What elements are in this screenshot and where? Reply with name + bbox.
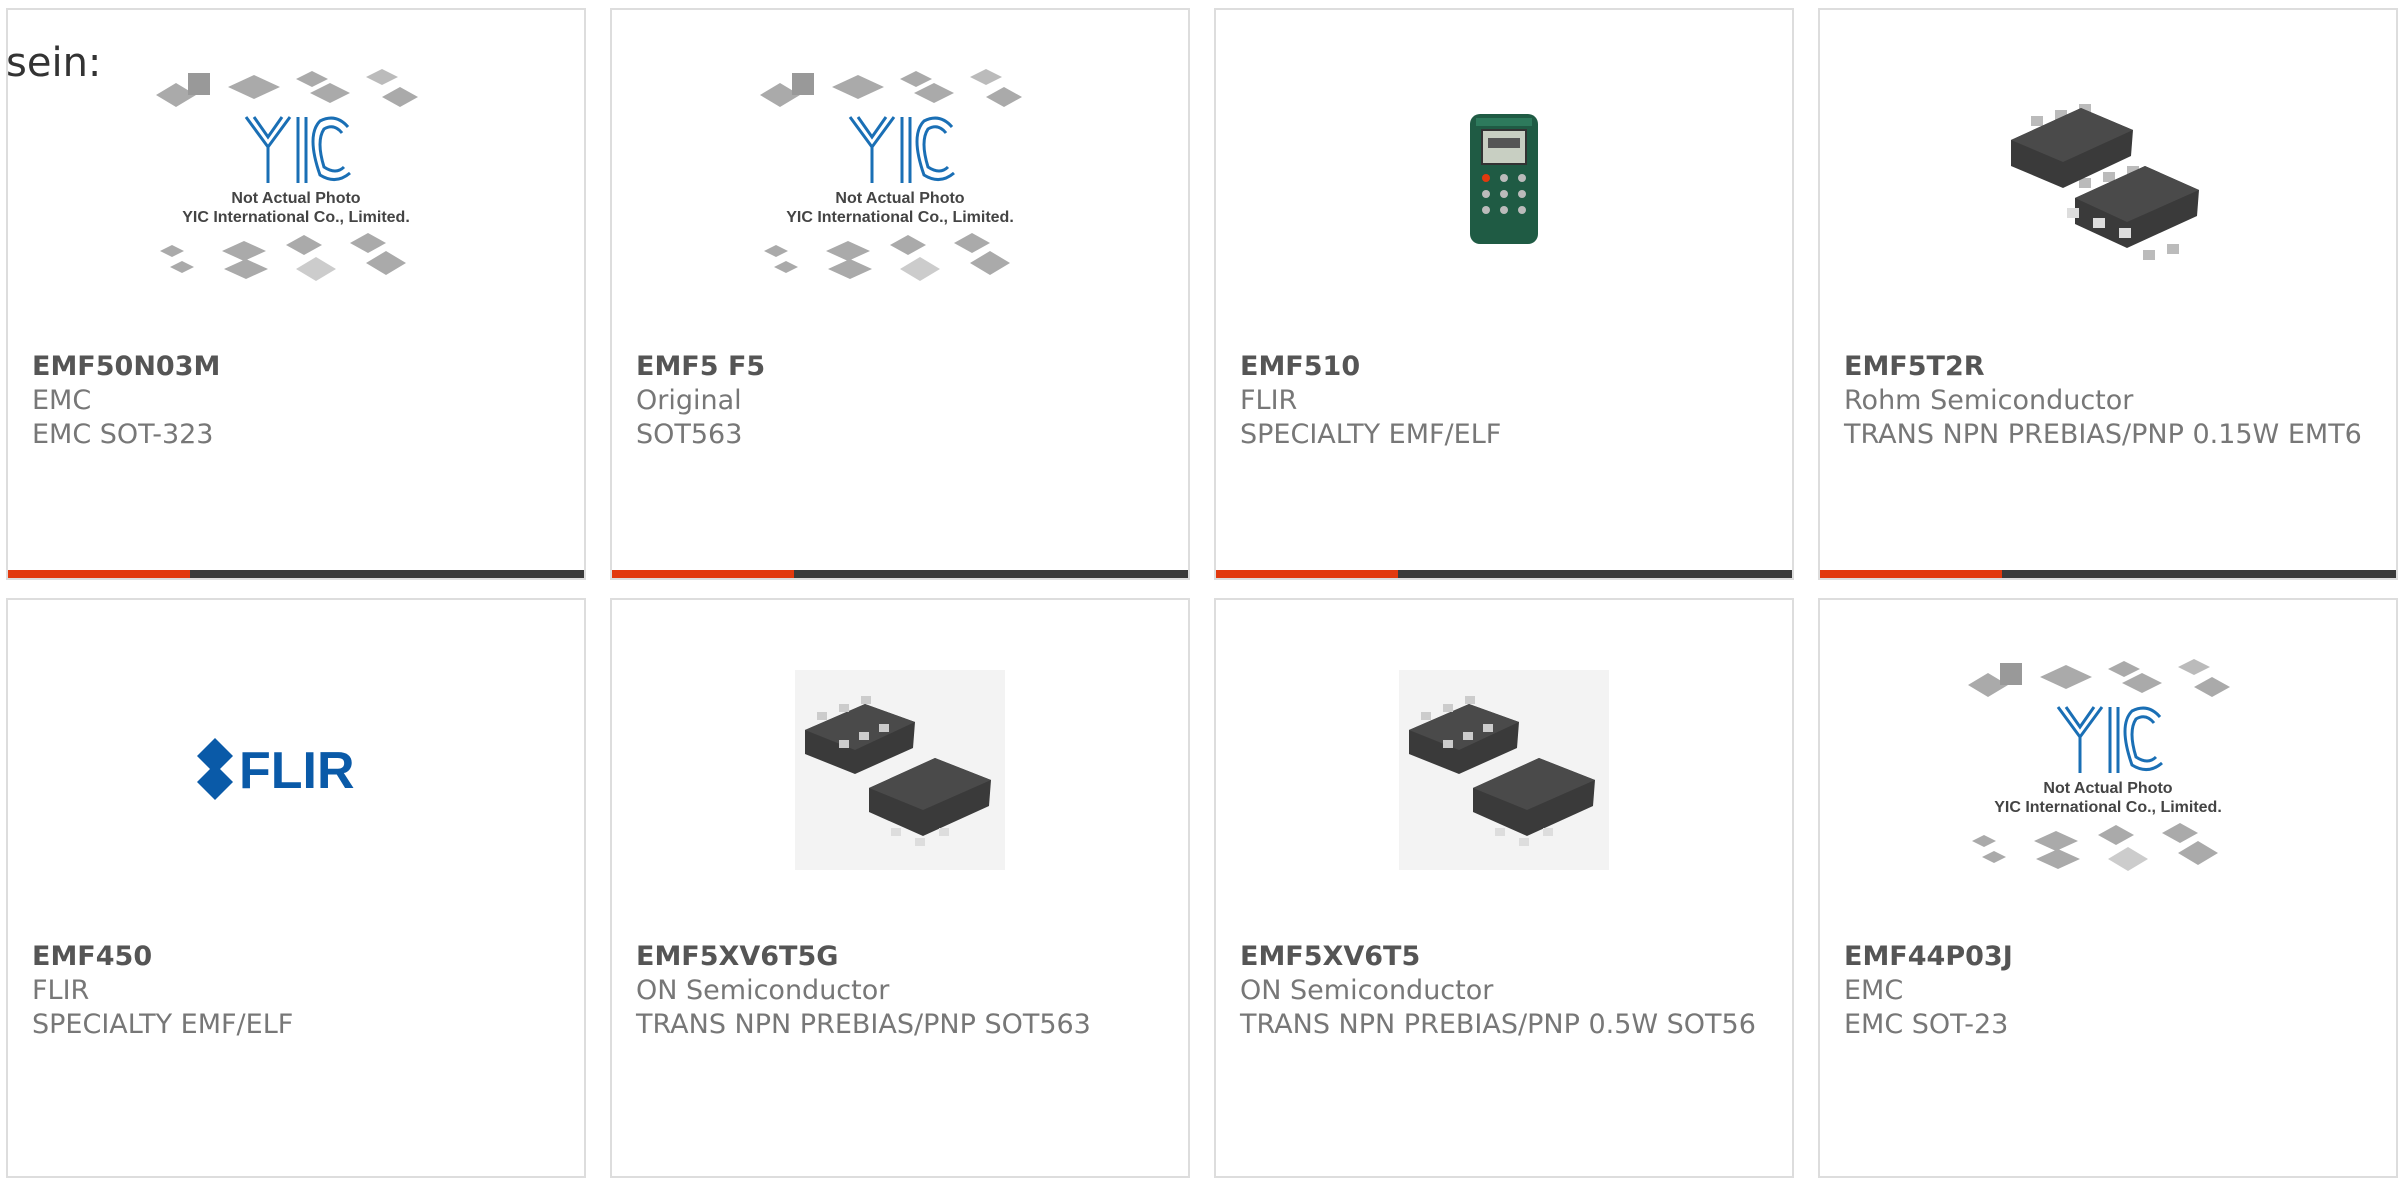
description: SPECIALTY EMF/ELF: [1240, 419, 1502, 450]
yic-placeholder-image: Not Actual Photo YIC International Co., …: [156, 69, 418, 281]
description: TRANS NPN PREBIAS/PNP 0.15W EMT6: [1844, 419, 2362, 450]
product-info: EMF5XV6T5G ON Semiconductor TRANS NPN PR…: [636, 940, 1164, 1042]
smd-chips-image: [2011, 104, 2199, 260]
svg-text:YIC International Co., Limited: YIC International Co., Limited.: [182, 209, 410, 226]
part-number[interactable]: EMF44P03J: [1844, 940, 2372, 974]
smd-chips-image: [1399, 670, 1609, 870]
manufacturer: Original: [636, 385, 742, 416]
product-info: EMF5 F5 Original SOT563: [636, 350, 1164, 452]
product-info: EMF44P03J EMC EMC SOT-23: [1844, 940, 2372, 1042]
part-number[interactable]: EMF450: [32, 940, 560, 974]
product-card[interactable]: EMF5XV6T5G ON Semiconductor TRANS NPN PR…: [610, 598, 1190, 1178]
product-image[interactable]: Not Actual Photo YIC International Co., …: [612, 10, 1188, 350]
product-image[interactable]: [612, 600, 1188, 940]
card-bar-accent: [1216, 570, 1398, 578]
manufacturer: EMC: [32, 385, 92, 416]
product-card[interactable]: EMF510 FLIR SPECIALTY EMF/ELF: [1214, 8, 1794, 580]
card-bar: [1216, 570, 1792, 578]
description: EMC SOT-323: [32, 419, 214, 450]
product-info: EMF510 FLIR SPECIALTY EMF/ELF: [1240, 350, 1768, 452]
product-info: EMF5T2R Rohm Semiconductor TRANS NPN PRE…: [1844, 350, 2372, 452]
svg-text:YIC International Co., Limited: YIC International Co., Limited.: [1994, 799, 2222, 816]
card-bar: [1820, 570, 2396, 578]
product-image[interactable]: Not Actual Photo YIC International Co., …: [1820, 600, 2396, 940]
part-number[interactable]: EMF5T2R: [1844, 350, 2372, 384]
product-info: EMF5XV6T5 ON Semiconductor TRANS NPN PRE…: [1240, 940, 1768, 1042]
svg-text:Not Actual Photo: Not Actual Photo: [835, 190, 964, 207]
part-number[interactable]: EMF510: [1240, 350, 1768, 384]
yic-placeholder-image: Not Actual Photo YIC International Co., …: [1968, 659, 2230, 871]
product-card[interactable]: Not Actual Photo YIC International Co., …: [6, 8, 586, 580]
description: SPECIALTY EMF/ELF: [32, 1009, 294, 1040]
card-bar-accent: [8, 570, 190, 578]
product-card[interactable]: Not Actual Photo YIC International Co., …: [1818, 598, 2398, 1178]
smd-chips-image: [795, 670, 1005, 870]
product-card[interactable]: FLIR EMF450 FLIR SPECIALTY EMF/ELF: [6, 598, 586, 1178]
svg-text:YIC International Co., Limited: YIC International Co., Limited.: [786, 209, 1014, 226]
product-card[interactable]: EMF5XV6T5 ON Semiconductor TRANS NPN PRE…: [1214, 598, 1794, 1178]
manufacturer: FLIR: [1240, 385, 1298, 416]
emf-meter-image: [1470, 114, 1538, 244]
card-bar-accent: [612, 570, 794, 578]
description: TRANS NPN PREBIAS/PNP SOT563: [636, 1009, 1091, 1040]
part-number[interactable]: EMF5XV6T5G: [636, 940, 1164, 974]
intro-text: sein:: [6, 40, 102, 86]
manufacturer: EMC: [1844, 975, 1904, 1006]
flir-logo-image: FLIR: [197, 738, 355, 800]
manufacturer: ON Semiconductor: [636, 975, 890, 1006]
card-bar-accent: [1820, 570, 2002, 578]
product-image[interactable]: [1820, 10, 2396, 350]
description: SOT563: [636, 419, 743, 450]
description: TRANS NPN PREBIAS/PNP 0.5W SOT56: [1240, 1009, 1756, 1040]
svg-text:Not Actual Photo: Not Actual Photo: [2043, 780, 2172, 797]
product-card[interactable]: Not Actual Photo YIC International Co., …: [610, 8, 1190, 580]
part-number[interactable]: EMF5 F5: [636, 350, 1164, 384]
product-card[interactable]: EMF5T2R Rohm Semiconductor TRANS NPN PRE…: [1818, 8, 2398, 580]
part-number[interactable]: EMF5XV6T5: [1240, 940, 1768, 974]
card-bar: [612, 570, 1188, 578]
product-info: EMF450 FLIR SPECIALTY EMF/ELF: [32, 940, 560, 1042]
svg-text:FLIR: FLIR: [239, 742, 355, 800]
card-bar: [8, 570, 584, 578]
manufacturer: ON Semiconductor: [1240, 975, 1494, 1006]
product-image[interactable]: [1216, 600, 1792, 940]
product-image[interactable]: FLIR: [8, 600, 584, 940]
description: EMC SOT-23: [1844, 1009, 2009, 1040]
yic-placeholder-image: Not Actual Photo YIC International Co., …: [760, 69, 1022, 281]
manufacturer: FLIR: [32, 975, 90, 1006]
svg-text:Not Actual Photo: Not Actual Photo: [231, 190, 360, 207]
part-number[interactable]: EMF50N03M: [32, 350, 560, 384]
product-image[interactable]: [1216, 10, 1792, 350]
manufacturer: Rohm Semiconductor: [1844, 385, 2134, 416]
product-info: EMF50N03M EMC EMC SOT-323: [32, 350, 560, 452]
